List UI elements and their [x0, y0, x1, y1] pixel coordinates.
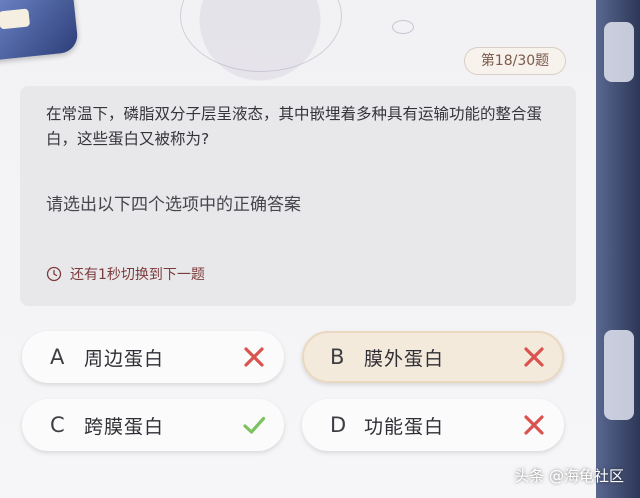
instruction-text: 请选出以下四个选项中的正确答案 [46, 195, 301, 215]
option-letter: A [50, 345, 65, 369]
option-c-button[interactable]: C 跨膜蛋白 [22, 399, 284, 451]
decorative-circle [180, 0, 342, 72]
option-letter: B [330, 345, 345, 369]
emblem-icon [0, 0, 80, 61]
timer-text: 还有1秒切换到下一题 [70, 267, 205, 283]
option-label: 周边蛋白 [84, 347, 165, 370]
option-label: 膜外蛋白 [364, 347, 445, 370]
watermark: 头条 @海龟社区 [514, 467, 624, 485]
option-a-button[interactable]: A 周边蛋白 [22, 331, 284, 383]
clock-icon [46, 266, 62, 282]
quiz-panel: 第18/30题 在常温下，磷脂双分子层呈液态，其中嵌埋着多种具有运输功能的整合蛋… [0, 0, 601, 498]
option-label: 跨膜蛋白 [84, 415, 165, 438]
option-letter: C [50, 413, 65, 437]
option-b-button[interactable]: B 膜外蛋白 [302, 331, 564, 383]
check-icon [243, 416, 266, 434]
question-counter: 第18/30题 [464, 47, 566, 75]
side-tab[interactable] [604, 22, 634, 82]
option-d-button[interactable]: D 功能蛋白 [302, 399, 564, 451]
side-binding [596, 0, 640, 498]
cross-icon [524, 347, 544, 367]
planet-icon [392, 20, 414, 34]
cross-icon [244, 347, 264, 367]
question-card: 在常温下，磷脂双分子层呈液态，其中嵌埋着多种具有运输功能的整合蛋白，这些蛋白又被… [20, 86, 576, 306]
option-label: 功能蛋白 [364, 415, 445, 438]
countdown-timer: 还有1秒切换到下一题 [46, 263, 205, 285]
option-letter: D [330, 413, 347, 437]
cross-icon [524, 415, 544, 435]
side-tab[interactable] [604, 330, 634, 420]
app-frame: 第18/30题 在常温下，磷脂双分子层呈液态，其中嵌埋着多种具有运输功能的整合蛋… [0, 0, 640, 498]
question-text: 在常温下，磷脂双分子层呈液态，其中嵌埋着多种具有运输功能的整合蛋白，这些蛋白又被… [46, 105, 543, 148]
